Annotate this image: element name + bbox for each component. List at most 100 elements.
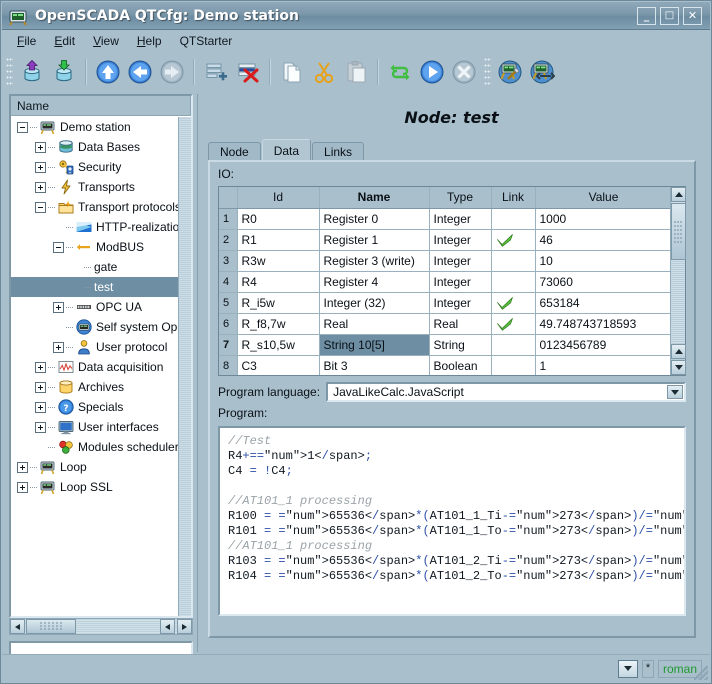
cell-type[interactable]: Integer [429,292,491,313]
go-back-icon[interactable] [125,57,155,87]
tree-horizontal-scrollbar[interactable] [9,618,193,635]
load-from-db-icon[interactable] [17,57,47,87]
col-type[interactable]: Type [429,187,491,208]
cell-type[interactable]: Integer [429,229,491,250]
cell-type[interactable]: Real [429,313,491,334]
cell-id[interactable]: R1 [237,229,319,250]
cell-value[interactable]: 10 [535,250,670,271]
cell-link[interactable] [491,313,535,334]
program-language-select[interactable]: JavaLikeCalc.JavaScript [326,382,686,402]
table-row[interactable]: 6R_f8,7wRealReal49.748743718593 [219,313,670,334]
manage-station-icon[interactable] [495,57,525,87]
row-number[interactable]: 2 [219,229,237,250]
tree-vertical-scrollbar[interactable] [178,117,191,616]
expand-icon[interactable] [35,382,46,393]
toolbar-grip[interactable] [6,58,13,86]
expand-icon[interactable] [35,402,46,413]
expand-icon[interactable] [53,342,64,353]
resize-grip[interactable] [694,666,708,680]
tree-item-self-system-oper[interactable]: Self system Oper [11,317,178,337]
collapse-icon[interactable] [17,122,28,133]
cell-link[interactable] [491,292,535,313]
stop-icon[interactable] [449,57,479,87]
save-to-db-icon[interactable] [49,57,79,87]
cell-link[interactable] [491,355,535,375]
tree-item-gate[interactable]: gate [11,257,178,277]
cut-icon[interactable] [309,57,339,87]
cell-link[interactable] [491,208,535,229]
cell-value[interactable]: 73060 [535,271,670,292]
cell-type[interactable]: Integer [429,250,491,271]
tree-item-specials[interactable]: ?Specials [11,397,178,417]
tree-item-security[interactable]: Security [11,157,178,177]
cell-name[interactable]: Bit 3 [319,355,429,375]
tab-data[interactable]: Data [262,139,311,161]
paste-icon[interactable] [341,57,371,87]
cell-id[interactable]: R3w [237,250,319,271]
cell-link[interactable] [491,229,535,250]
table-row[interactable]: 8C3Bit 3Boolean 1 [219,355,670,375]
toolbar-grip[interactable] [484,58,491,86]
expand-icon[interactable] [35,422,46,433]
tree-item-data-bases[interactable]: Data Bases [11,137,178,157]
tree-item-data-acquisition[interactable]: Data acquisition [11,357,178,377]
cell-id[interactable]: R_s10,5w [237,334,319,355]
cell-type[interactable]: Integer [429,271,491,292]
cell-id[interactable]: C3 [237,355,319,375]
row-number[interactable]: 1 [219,208,237,229]
expand-icon[interactable] [35,162,46,173]
delete-node-icon[interactable] [233,57,263,87]
tree-item-user-protocol[interactable]: User protocol [11,337,178,357]
menu-view[interactable]: View [84,32,128,50]
col-value[interactable]: Value [535,187,670,208]
table-row[interactable]: 7R_s10,5wString 10[5]String0123456789 [219,334,670,355]
menu-edit[interactable]: Edit [45,32,84,50]
minimize-button[interactable]: _ [637,7,656,25]
cell-type[interactable]: String [429,334,491,355]
tree-item-modbus[interactable]: ModBUS [11,237,178,257]
scroll-up-button-2[interactable] [671,344,686,359]
cell-type[interactable]: Boolean [429,355,491,375]
cell-value[interactable]: 653184 [535,292,670,313]
cell-name[interactable]: Register 4 [319,271,429,292]
row-number[interactable]: 4 [219,271,237,292]
cell-id[interactable]: R0 [237,208,319,229]
go-forward-icon[interactable] [157,57,187,87]
start-icon[interactable] [417,57,447,87]
menu-qtstarter[interactable]: QTStarter [171,32,242,50]
menu-file[interactable]: FFileile [8,32,45,50]
tree-item-loop[interactable]: Loop [11,457,178,477]
tree-list[interactable]: Demo stationData BasesSecurityTransports… [11,117,178,616]
tree-item-transports[interactable]: Transports [11,177,178,197]
table-row[interactable]: 3R3wRegister 3 (write)Integer10 [219,250,670,271]
scroll-down-button[interactable] [671,360,686,375]
row-number[interactable]: 8 [219,355,237,375]
hscroll-right-button[interactable] [177,619,192,634]
cell-value[interactable]: 46 [535,229,670,250]
expand-icon[interactable] [35,142,46,153]
col-rownum[interactable] [219,187,237,208]
table-row[interactable]: 1R0Register 0Integer1000 [219,208,670,229]
cell-value[interactable]: 1 [535,355,670,375]
expand-icon[interactable] [17,462,28,473]
refresh-icon[interactable] [385,57,415,87]
row-number[interactable]: 6 [219,313,237,334]
go-up-icon[interactable] [93,57,123,87]
tree-item-transport-protocols[interactable]: Transport protocols [11,197,178,217]
add-node-icon[interactable] [201,57,231,87]
table-row[interactable]: 2R1Register 1Integer46 [219,229,670,250]
program-editor[interactable]: //Test R4+=="num">1</span>; C4 = !C4; //… [218,426,686,616]
cell-type[interactable]: Integer [429,208,491,229]
col-id[interactable]: Id [237,187,319,208]
cell-link[interactable] [491,250,535,271]
cell-name[interactable]: Register 3 (write) [319,250,429,271]
expand-icon[interactable] [35,362,46,373]
cell-name[interactable]: Real [319,313,429,334]
tree-item-archives[interactable]: Archives [11,377,178,397]
expand-icon[interactable] [53,302,64,313]
cell-link[interactable] [491,334,535,355]
close-button[interactable]: ✕ [683,7,702,25]
cell-id[interactable]: R_i5w [237,292,319,313]
cell-id[interactable]: R4 [237,271,319,292]
col-name[interactable]: Name [319,187,429,208]
